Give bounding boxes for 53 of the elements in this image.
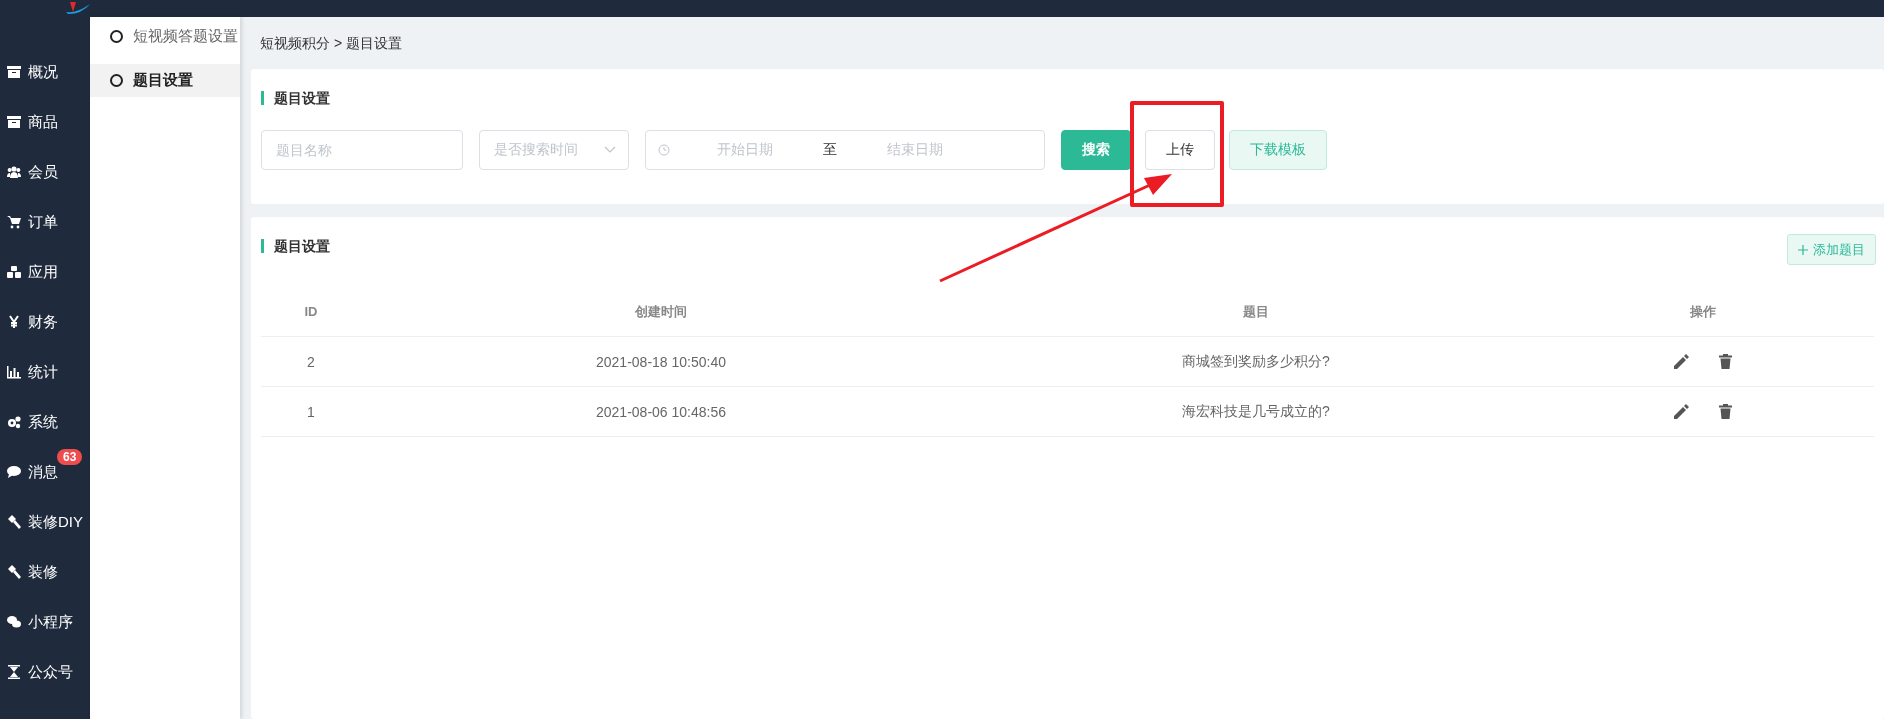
column-header: 操作 (1689, 303, 1716, 319)
cubes-icon (7, 265, 21, 279)
speech-bubble-icon (7, 465, 21, 479)
unread-count-badge: 63 (57, 449, 83, 465)
breadcrumb: 短视频积分 > 题目设置 (259, 34, 403, 53)
hammer-icon (7, 565, 21, 579)
submenu-item[interactable]: 短视频答题设置 (90, 20, 240, 53)
sidebar-item[interactable]: 概况 (0, 47, 90, 97)
box-icon (7, 115, 21, 129)
column-header: ID (304, 304, 318, 319)
name-input-field[interactable]: 题目名称 (261, 130, 463, 170)
clock-icon (658, 144, 670, 156)
column-header: 题目 (1243, 303, 1269, 319)
chevron-down-icon (604, 146, 616, 154)
table-cell: 2 (307, 353, 315, 370)
box-icon (7, 65, 21, 79)
column-header: 创建时间 (635, 303, 687, 319)
table-cell: 海宏科技是几号成立的? (1182, 402, 1330, 419)
sidebar-item[interactable]: 小程序 (0, 597, 90, 647)
table-cell: 2021-08-18 10:50:40 (596, 353, 726, 370)
sidebar-item[interactable]: 装修 (0, 547, 90, 597)
card-title: 题目设置 (261, 239, 330, 253)
logo-icon (66, 2, 92, 14)
plus-icon (1798, 244, 1808, 255)
sidebar-item[interactable]: 应用 (0, 247, 90, 297)
hourglass-icon (7, 665, 21, 679)
sidebar-item[interactable]: 消息 63 (0, 447, 90, 497)
yen-icon (7, 315, 21, 329)
card-title: 题目设置 (261, 91, 1874, 105)
sidebar-item[interactable]: 统计 (0, 347, 90, 397)
sidebar-item[interactable]: 公众号 (0, 647, 90, 697)
sidebar-item[interactable]: 装修DIY (0, 497, 90, 547)
hammer-icon (7, 515, 21, 529)
date-range-field[interactable]: 开始日期 至 结束日期 (645, 130, 1045, 170)
chat-bubbles-icon (7, 615, 21, 629)
table-cell: 2021-08-06 10:48:56 (596, 403, 726, 420)
submenu-item[interactable]: 题目设置 (90, 64, 240, 97)
edit-icon[interactable] (1673, 403, 1689, 420)
cart-icon (7, 215, 21, 229)
table-cell: 1 (307, 403, 315, 420)
delete-icon[interactable] (1719, 404, 1732, 419)
sidebar-item[interactable]: 商品 (0, 97, 90, 147)
sidebar-item[interactable]: 系统 (0, 397, 90, 447)
edit-icon[interactable] (1673, 353, 1689, 370)
sidebar-item[interactable]: 会员 (0, 147, 90, 197)
users-icon (7, 165, 21, 179)
sidebar-item[interactable]: 财务 (0, 297, 90, 347)
delete-icon[interactable] (1719, 354, 1732, 369)
gears-icon (7, 415, 21, 429)
table-cell: 商城签到奖励多少积分? (1182, 352, 1330, 369)
sidebar-item[interactable]: 订单 (0, 197, 90, 247)
bar-chart-icon (7, 365, 21, 379)
upload-button[interactable]: 上传 (1145, 130, 1215, 170)
